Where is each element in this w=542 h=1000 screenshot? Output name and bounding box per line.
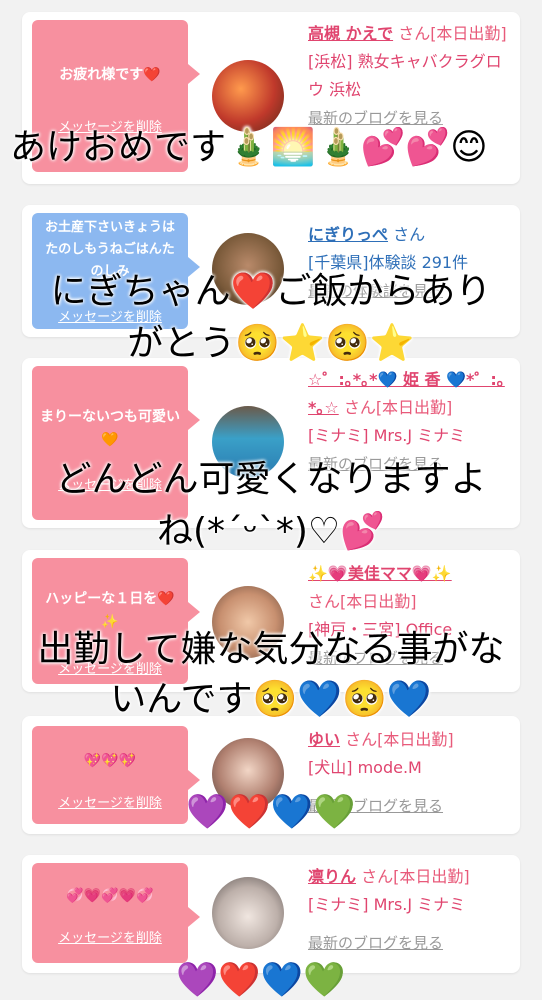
shop-link[interactable]: [ミナミ] Mrs.J ミナミ xyxy=(308,895,465,914)
status-text: さん[本日出勤] xyxy=(345,730,454,749)
blog-link[interactable]: 最新のブログを見る xyxy=(308,934,443,952)
status-text: さん[本日出勤] xyxy=(308,592,417,611)
overlay-caption: 出勤して嫌な気分なる事がな xyxy=(37,629,505,670)
avatar[interactable] xyxy=(212,60,284,132)
user-name-link[interactable]: ✨💗美佳ママ💗✨ xyxy=(308,564,452,583)
status-text: さん[本日出勤] xyxy=(361,867,470,886)
overlay-caption: ね(*ˊᵕˋ*)♡💕 xyxy=(156,511,386,552)
user-name-link[interactable]: 高槻 かえで xyxy=(308,24,393,43)
heart-emoji-row: 💜❤️💙💚 xyxy=(176,960,346,1000)
shop-link[interactable]: [犬山] mode.M xyxy=(308,758,422,777)
message-bubble: 💞💗💞💗💞 メッセージを削除 xyxy=(32,863,200,963)
overlay-caption: がとう🥺⭐️🥺⭐️ xyxy=(127,323,415,364)
user-info: 高槻 かえで さん[本日出勤] [浜松] 熟女キャバクラグロウ 浜松 最新のブロ… xyxy=(308,20,514,132)
delete-message-link[interactable]: メッセージを削除 xyxy=(32,792,188,815)
heart-emoji-row: 💜❤️💙💚 xyxy=(186,792,356,832)
user-name-link[interactable]: ゆい xyxy=(308,730,340,749)
overlay-caption: にぎちゃん❤️ご飯からあり xyxy=(50,271,492,312)
delete-message-link[interactable]: メッセージを削除 xyxy=(32,927,188,950)
status-text: さん[本日出勤] xyxy=(343,398,453,417)
shop-link[interactable]: [ミナミ] Mrs.J ミナミ xyxy=(308,426,465,445)
user-info: 凛りん さん[本日出勤] [ミナミ] Mrs.J ミナミ 最新のブログを見る xyxy=(308,863,514,952)
user-name-link[interactable]: 凛りん xyxy=(308,867,356,886)
shop-link[interactable]: [浜松] 熟女キャバクラグロウ 浜松 xyxy=(308,52,502,99)
avatar[interactable] xyxy=(212,877,284,949)
status-text: さん xyxy=(393,225,426,244)
overlay-caption: いんです🥺💙🥺💙 xyxy=(110,679,432,720)
message-text: お疲れ様です❤️ xyxy=(59,67,161,83)
message-bubble: 💖💖💖 メッセージを削除 xyxy=(32,726,200,824)
user-name-link[interactable]: にぎりっぺ xyxy=(308,225,388,244)
message-text: 💞💗💞💗💞 xyxy=(66,888,154,904)
message-text: 💖💖💖 xyxy=(83,753,137,769)
overlay-caption: あけおめです🎍🌅🎍💕💕😊 xyxy=(10,127,488,168)
overlay-caption: どんどん可愛くなりますよ xyxy=(55,459,487,500)
message-card: 💞💗💞💗💞 メッセージを削除 凛りん さん[本日出勤] [ミナミ] Mrs.J … xyxy=(22,855,520,973)
message-text: まりーないつも可愛い🧡 xyxy=(40,409,180,448)
status-text: さん[本日出勤] xyxy=(398,24,507,43)
